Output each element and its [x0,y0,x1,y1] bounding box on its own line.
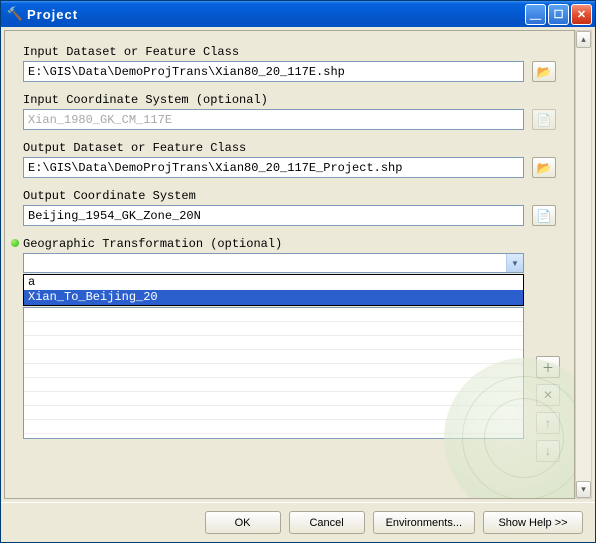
geotrans-list[interactable] [23,307,524,439]
status-dot-icon [11,239,19,247]
remove-button: ✕ [536,384,560,406]
window-title: Project [27,7,525,22]
add-button[interactable]: ＋ [536,356,560,378]
close-button[interactable]: ✕ [571,4,592,25]
geotrans-value [24,254,506,272]
minimize-button[interactable]: ＿ [525,4,546,25]
scroll-down-icon[interactable]: ▾ [576,481,591,498]
chevron-down-icon[interactable]: ▼ [506,254,523,272]
move-down-button: ↓ [536,440,560,462]
geotrans-option[interactable]: Xian_To_Beijing_20 [24,290,523,305]
input-cs-label: Input Coordinate System (optional) [23,93,556,107]
scroll-track[interactable] [576,48,591,481]
arrow-up-icon: ↑ [545,416,551,430]
output-cs-label: Output Coordinate System [23,189,556,203]
output-dataset-label: Output Dataset or Feature Class [23,141,556,155]
output-dataset-field[interactable] [23,157,524,178]
properties-icon: 📄 [537,113,552,127]
properties-icon: 📄 [537,209,552,223]
geotrans-combo[interactable]: ▼ [23,253,524,273]
output-cs-field[interactable] [23,205,524,226]
arrow-down-icon: ↓ [545,444,551,458]
ok-button[interactable]: OK [205,511,281,534]
button-bar: OK Cancel Environments... Show Help >> [1,502,595,542]
folder-open-icon: 📂 [537,65,552,79]
input-dataset-label: Input Dataset or Feature Class [23,45,556,59]
maximize-icon: ☐ [554,8,564,21]
folder-open-icon: 📂 [537,161,552,175]
maximize-button[interactable]: ☐ [548,4,569,25]
close-icon: ✕ [577,8,586,21]
project-dialog: 🔨 Project ＿ ☐ ✕ Input Dataset or Feature… [0,0,596,543]
minimize-icon: ＿ [530,6,541,22]
titlebar[interactable]: 🔨 Project ＿ ☐ ✕ [1,1,595,27]
geotrans-option[interactable]: a [24,275,523,290]
content-area: Input Dataset or Feature Class 📂 Input C… [4,30,575,499]
environments-button[interactable]: Environments... [373,511,475,534]
plus-icon: ＋ [542,359,554,376]
input-dataset-field[interactable] [23,61,524,82]
input-cs-field [23,109,524,130]
hammer-icon: 🔨 [7,6,23,22]
input-cs-props-button: 📄 [532,109,556,130]
cancel-button[interactable]: Cancel [289,511,365,534]
move-up-button: ↑ [536,412,560,434]
vertical-scrollbar[interactable]: ▴ ▾ [575,30,592,499]
output-cs-props-button[interactable]: 📄 [532,205,556,226]
x-icon: ✕ [543,388,553,402]
browse-output-button[interactable]: 📂 [532,157,556,178]
scroll-up-icon[interactable]: ▴ [576,31,591,48]
browse-input-button[interactable]: 📂 [532,61,556,82]
geotrans-dropdown[interactable]: a Xian_To_Beijing_20 [23,274,524,306]
geotrans-label: Geographic Transformation (optional) [23,237,524,251]
show-help-button[interactable]: Show Help >> [483,511,583,534]
